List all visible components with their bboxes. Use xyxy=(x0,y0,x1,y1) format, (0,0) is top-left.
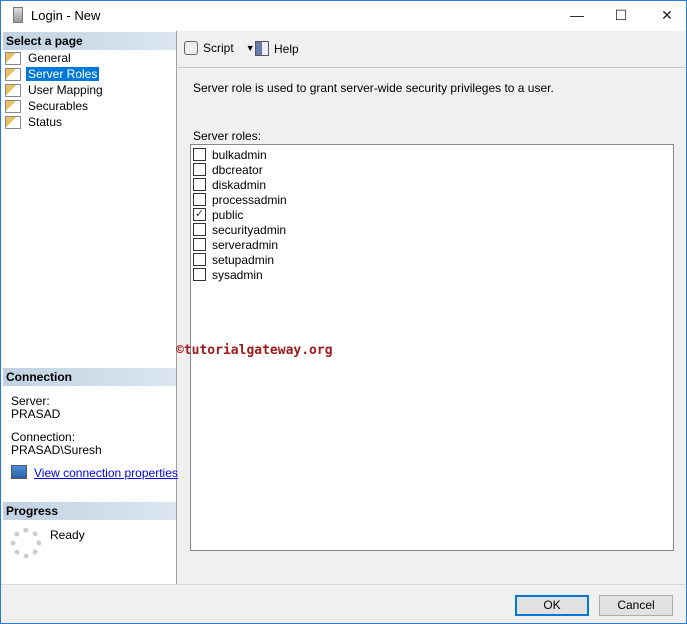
role-item-serveradmin[interactable]: serveradmin xyxy=(193,237,671,252)
sidebar-item-securables[interactable]: Securables xyxy=(5,98,105,114)
sidebar-item-status[interactable]: Status xyxy=(5,114,105,130)
sidebar-item-label: Securables xyxy=(28,99,89,113)
help-icon xyxy=(255,41,269,56)
minimize-button[interactable]: — xyxy=(566,5,588,25)
page-icon xyxy=(5,99,21,113)
role-item-bulkadmin[interactable]: bulkadmin xyxy=(193,147,671,162)
cancel-button[interactable]: Cancel xyxy=(599,595,673,616)
role-item-processadmin[interactable]: processadmin xyxy=(193,192,671,207)
role-item-securityadmin[interactable]: securityadmin xyxy=(193,222,671,237)
role-checkbox[interactable] xyxy=(193,163,206,176)
role-label: dbcreator xyxy=(212,162,263,177)
role-checkbox[interactable] xyxy=(193,178,206,191)
close-button[interactable]: ✕ xyxy=(656,5,678,25)
page-nav: General Server Roles User Mapping Secura… xyxy=(5,50,105,130)
role-checkbox[interactable] xyxy=(193,268,206,281)
help-button[interactable]: Help xyxy=(255,41,299,56)
connection-value: PRASAD\Suresh xyxy=(11,443,102,457)
server-value: PRASAD xyxy=(11,407,61,421)
view-connection-properties-link[interactable]: View connection properties xyxy=(34,467,178,480)
progress-spinner-icon xyxy=(11,528,41,558)
script-button[interactable]: Script ▼ xyxy=(184,41,255,55)
connection-header: Connection xyxy=(3,368,176,386)
role-label: bulkadmin xyxy=(212,147,267,162)
ok-button[interactable]: OK xyxy=(515,595,589,616)
server-roles-label: Server roles: xyxy=(193,129,262,143)
sidebar-item-server-roles[interactable]: Server Roles xyxy=(5,66,105,82)
role-checkbox[interactable] xyxy=(193,193,206,206)
script-icon xyxy=(184,41,198,55)
page-icon xyxy=(5,83,21,97)
title-bar: Login - New — ☐ ✕ xyxy=(1,1,686,31)
maximize-button[interactable]: ☐ xyxy=(610,5,632,25)
watermark: ©tutorialgateway.org xyxy=(176,343,333,358)
role-item-diskadmin[interactable]: diskadmin xyxy=(193,177,671,192)
role-label: public xyxy=(212,207,244,222)
role-checkbox[interactable] xyxy=(193,253,206,266)
page-icon xyxy=(5,51,21,65)
page-icon xyxy=(5,67,21,81)
login-dialog: Login - New — ☐ ✕ Select a page General … xyxy=(0,0,687,624)
window-title: Login - New xyxy=(31,8,101,23)
sidebar-item-label: Server Roles xyxy=(26,67,100,81)
page-icon xyxy=(5,115,21,129)
script-label: Script xyxy=(203,41,234,55)
role-label: setupadmin xyxy=(212,252,275,267)
server-icon xyxy=(13,7,23,23)
description: Server role is used to grant server-wide… xyxy=(193,81,554,95)
role-label: processadmin xyxy=(212,192,287,207)
progress-status: Ready xyxy=(50,528,85,542)
role-label: sysadmin xyxy=(212,267,263,282)
role-checkbox[interactable] xyxy=(193,238,206,251)
role-item-dbcreator[interactable]: dbcreator xyxy=(193,162,671,177)
sidebar-item-label: Status xyxy=(28,115,63,129)
sidebar-item-user-mapping[interactable]: User Mapping xyxy=(5,82,105,98)
help-label: Help xyxy=(274,41,299,56)
role-item-sysadmin[interactable]: sysadmin xyxy=(193,267,671,282)
sidebar-item-label: User Mapping xyxy=(28,83,103,97)
network-icon xyxy=(11,465,27,479)
role-label: serveradmin xyxy=(212,237,279,252)
role-item-setupadmin[interactable]: setupadmin xyxy=(193,252,671,267)
toolbar: Script ▼ Help xyxy=(178,31,686,68)
sidebar-item-general[interactable]: General xyxy=(5,50,105,66)
role-item-public[interactable]: ✓ public xyxy=(193,207,671,222)
progress-header: Progress xyxy=(3,502,176,520)
role-checkbox[interactable] xyxy=(193,223,206,236)
server-roles-panel: Server role is used to grant server-wide… xyxy=(178,69,686,584)
role-label: securityadmin xyxy=(212,222,287,237)
role-checkbox[interactable]: ✓ xyxy=(193,208,206,221)
sidebar-item-label: General xyxy=(28,51,71,65)
role-checkbox[interactable] xyxy=(193,148,206,161)
dialog-footer: OK Cancel xyxy=(1,584,686,624)
role-label: diskadmin xyxy=(212,177,267,192)
dropdown-arrow-icon[interactable]: ▼ xyxy=(246,43,255,53)
select-page-header: Select a page xyxy=(3,32,176,50)
